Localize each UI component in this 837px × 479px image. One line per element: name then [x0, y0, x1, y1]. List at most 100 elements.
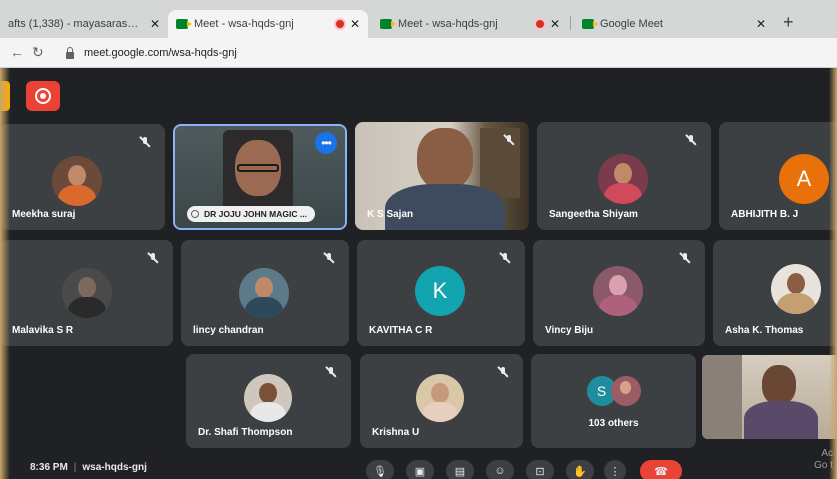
- avatar-body: [604, 183, 642, 204]
- participant-name: Krishna U: [372, 427, 420, 438]
- more-options-icon[interactable]: •••: [315, 132, 337, 154]
- more-button[interactable]: ⋮: [604, 460, 626, 479]
- end-call-icon: ☎: [654, 465, 668, 478]
- camera-button[interactable]: ▣: [406, 460, 434, 479]
- self-video-face: [762, 365, 796, 405]
- avatar-body: [249, 401, 287, 422]
- participant-tile[interactable]: K KAVITHA C R: [357, 240, 525, 346]
- watermark-line-2: Go t: [814, 460, 833, 471]
- participant-avatar: [598, 154, 648, 204]
- participant-tile[interactable]: Malavika S R: [0, 240, 173, 346]
- avatar-body: [777, 293, 815, 314]
- mic-off-icon: [503, 134, 515, 146]
- mic-icon: 🎙: [373, 465, 387, 478]
- others-tile[interactable]: S 103 others: [531, 354, 696, 448]
- tab-meet-active[interactable]: Meet - wsa-hqds-gnj ✕: [168, 10, 368, 38]
- participant-tile-pinned[interactable]: ••• DR JOJU JOHN MAGIC ...: [173, 124, 347, 230]
- participant-letter-avatar: A: [779, 154, 829, 204]
- emoji-button[interactable]: ☺: [486, 460, 514, 479]
- back-icon[interactable]: ←: [10, 44, 24, 60]
- tab-title: Meet - wsa-hqds-gnj: [194, 18, 294, 30]
- avatar-body: [599, 295, 637, 316]
- participant-avatar: [239, 268, 289, 318]
- mic-off-icon: [679, 252, 691, 264]
- mic-off-icon: [499, 252, 511, 264]
- captions-icon: ▤: [454, 465, 466, 478]
- participant-name: ABHIJITH B. J: [731, 209, 799, 220]
- mic-off-icon: [147, 252, 159, 264]
- end-call-button[interactable]: ☎: [640, 460, 682, 479]
- participant-name: K S Sajan: [367, 209, 414, 220]
- participant-tile[interactable]: K S Sajan: [355, 122, 529, 230]
- tab-close-icon[interactable]: ✕: [150, 17, 160, 31]
- present-button[interactable]: ⊡: [526, 460, 554, 479]
- participant-letter-avatar: K: [415, 266, 465, 316]
- participant-avatar: [62, 268, 112, 318]
- participant-tile[interactable]: Asha K. Thomas: [713, 240, 837, 346]
- meet-favicon-icon: [380, 19, 396, 29]
- url-field[interactable]: meet.google.com/wsa-hqds-gnj: [58, 42, 828, 64]
- avatar-face: [787, 273, 805, 294]
- participant-avatar: [244, 374, 292, 422]
- video-face: [417, 128, 473, 190]
- activate-windows-watermark: Ac Go t: [814, 448, 833, 472]
- tab-meet-second[interactable]: Meet - wsa-hqds-gnj ✕: [372, 10, 568, 38]
- participant-name: Asha K. Thomas: [725, 325, 804, 336]
- watermark-line-1: Ac: [821, 448, 833, 459]
- mic-off-icon: [139, 136, 151, 148]
- url-text: meet.google.com/wsa-hqds-gnj: [84, 47, 237, 59]
- participant-tile[interactable]: Dr. Shafi Thompson: [186, 354, 351, 448]
- participant-name: Malavika S R: [12, 325, 74, 336]
- mic-off-icon: [685, 134, 697, 146]
- recording-indicator-icon: [535, 20, 544, 28]
- avatar-face: [259, 382, 277, 403]
- pin-icon: [191, 210, 199, 218]
- participant-avatar: [771, 264, 821, 314]
- reload-icon[interactable]: ↻: [32, 44, 44, 61]
- participant-tile[interactable]: Sangeetha Shiyam: [537, 122, 711, 230]
- raise-hand-button[interactable]: ✋: [566, 460, 594, 479]
- participant-tile[interactable]: Krishna U: [360, 354, 523, 448]
- recording-badge[interactable]: [26, 81, 60, 111]
- emoji-icon: ☺: [494, 465, 506, 477]
- video-body: [385, 184, 505, 230]
- tab-gmail[interactable]: afts (1,338) - mayasaraswathy@ ✕: [0, 10, 168, 38]
- record-icon: [35, 88, 51, 104]
- browser-tab-strip: afts (1,338) - mayasaraswathy@ ✕ Meet - …: [0, 0, 837, 40]
- participant-avatar: [52, 156, 102, 206]
- captions-button[interactable]: ▤: [446, 460, 474, 479]
- avatar-face: [609, 275, 627, 296]
- participant-tile[interactable]: A ABHIJITH B. J: [719, 122, 837, 230]
- mic-button[interactable]: 🎙: [366, 460, 394, 479]
- avatar-body: [58, 185, 96, 206]
- participant-tile[interactable]: Vincy Biju: [533, 240, 705, 346]
- tab-title: afts (1,338) - mayasaraswathy@: [8, 18, 144, 30]
- avatar-face: [620, 381, 631, 394]
- video-glasses: [237, 164, 279, 172]
- self-video-body: [744, 401, 818, 439]
- more-vert-icon: ⋮: [609, 465, 621, 478]
- side-panel-tab[interactable]: [0, 81, 10, 111]
- others-avatars: S: [586, 376, 641, 406]
- participant-name: Sangeetha Shiyam: [549, 209, 638, 220]
- hand-icon: ✋: [573, 465, 587, 478]
- screen: afts (1,338) - mayasaraswathy@ ✕ Meet - …: [0, 0, 837, 479]
- lock-icon: [66, 46, 74, 59]
- participant-tile[interactable]: lincy chandran: [181, 240, 349, 346]
- self-view-tile[interactable]: [702, 355, 837, 439]
- tab-close-icon[interactable]: ✕: [756, 17, 766, 31]
- tab-close-icon[interactable]: ✕: [550, 17, 560, 31]
- recording-indicator-icon: [335, 20, 344, 28]
- self-video: [702, 355, 837, 439]
- separator: |: [73, 462, 77, 473]
- camera-icon: ▣: [414, 465, 426, 478]
- tab-google-meet[interactable]: Google Meet ✕: [574, 10, 774, 38]
- meeting-info: 8:36 PM | wsa-hqds-gnj: [30, 462, 147, 473]
- tab-title: Google Meet: [600, 18, 663, 30]
- participant-tile[interactable]: Meekha suraj: [0, 124, 165, 230]
- present-icon: ⊡: [535, 465, 545, 478]
- avatar-face: [431, 382, 449, 403]
- new-tab-button[interactable]: +: [783, 12, 794, 33]
- tab-close-icon[interactable]: ✕: [350, 17, 360, 31]
- participant-name: lincy chandran: [193, 325, 264, 336]
